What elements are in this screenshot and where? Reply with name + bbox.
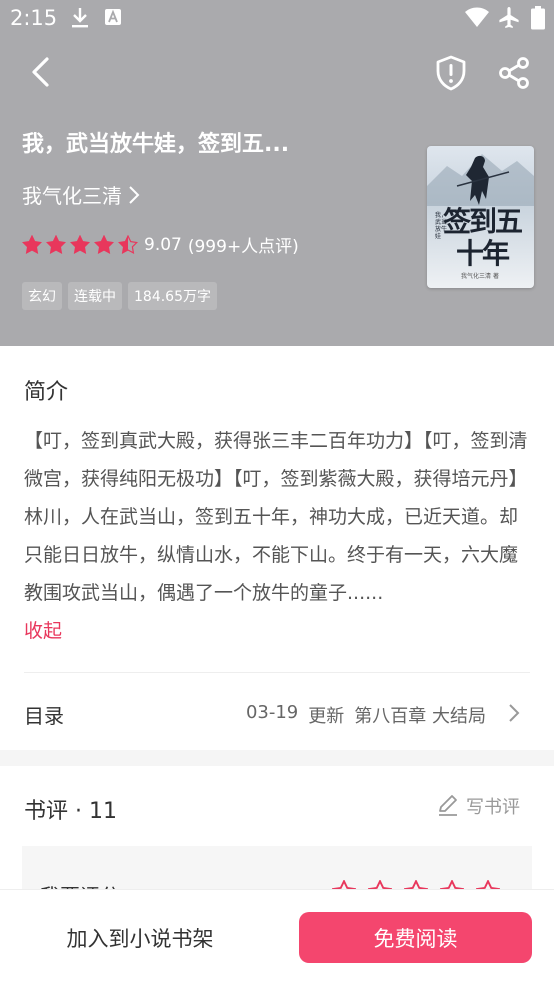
- add-to-shelf-button[interactable]: 加入到小说书架: [24, 912, 256, 964]
- app-notification-icon: [105, 9, 121, 25]
- airplane-icon: [499, 7, 519, 28]
- author-link[interactable]: 我气化三清: [22, 180, 140, 209]
- rating-stars: [22, 234, 138, 255]
- chevron-right-icon: [129, 185, 140, 204]
- write-review-label: 写书评: [466, 797, 520, 818]
- wifi-icon: [465, 7, 489, 27]
- tag-list: 玄幻 连载中 184.65万字: [22, 282, 217, 310]
- star-icon: [22, 234, 42, 254]
- word-count-tag: 184.65万字: [128, 282, 217, 310]
- cover-author-line: 我气化三清 著: [461, 272, 499, 280]
- rating-count: (999+人点评): [187, 237, 299, 257]
- author-name: 我气化三清: [22, 184, 122, 208]
- book-title: 我，武当放牛娃，签到五...: [22, 132, 290, 157]
- toc-update-label: 更新: [308, 706, 345, 727]
- report-shield-icon[interactable]: [434, 54, 468, 92]
- share-icon[interactable]: [497, 56, 531, 90]
- intro-text: 【叮，签到真武大殿，获得张三丰二百年功力】【叮，签到清微宫，获得纯阳无极功】【叮…: [24, 430, 528, 604]
- toc-label[interactable]: 目录: [24, 700, 64, 729]
- toc-date: 03-19: [245, 702, 299, 723]
- star-icon: [46, 234, 66, 254]
- genre-tag: 玄幻: [22, 282, 62, 310]
- status-time: 2:15: [10, 6, 58, 30]
- cover-subtitle: 我，武当放牛娃: [435, 212, 448, 240]
- chevron-right-icon[interactable]: [508, 703, 520, 723]
- star-icon: [118, 234, 138, 254]
- read-free-button[interactable]: 免费阅读: [299, 912, 532, 963]
- star-icon: [94, 234, 114, 254]
- cover-title: 签到五十年: [442, 205, 523, 270]
- back-icon[interactable]: [28, 56, 54, 88]
- toc-latest[interactable]: 03-19 更新 第八百章 大结局: [246, 702, 486, 728]
- status-bar: 2:15: [0, 0, 554, 38]
- divider: [24, 672, 530, 673]
- review-title: 书评 · 11: [24, 799, 117, 824]
- toc-latest-chapter: 第八百章 大结局: [354, 706, 486, 727]
- edit-icon: [439, 795, 457, 816]
- book-cover[interactable]: 我气化三清 著 签到五十年 我，武当放牛娃: [427, 146, 534, 288]
- status-tag: 连载中: [68, 282, 122, 310]
- write-review-button[interactable]: 写书评: [436, 793, 520, 819]
- download-icon: [72, 8, 88, 28]
- rating-score: 9.07: [144, 234, 182, 255]
- bottom-action-bar: 加入到小说书架 免费阅读: [0, 889, 554, 984]
- rating-row: 9.07 (999+人点评): [22, 232, 299, 257]
- collapse-link[interactable]: 收起: [24, 616, 62, 643]
- battery-icon: [531, 6, 545, 30]
- star-icon: [70, 234, 90, 254]
- intro-title: 简介: [24, 380, 69, 405]
